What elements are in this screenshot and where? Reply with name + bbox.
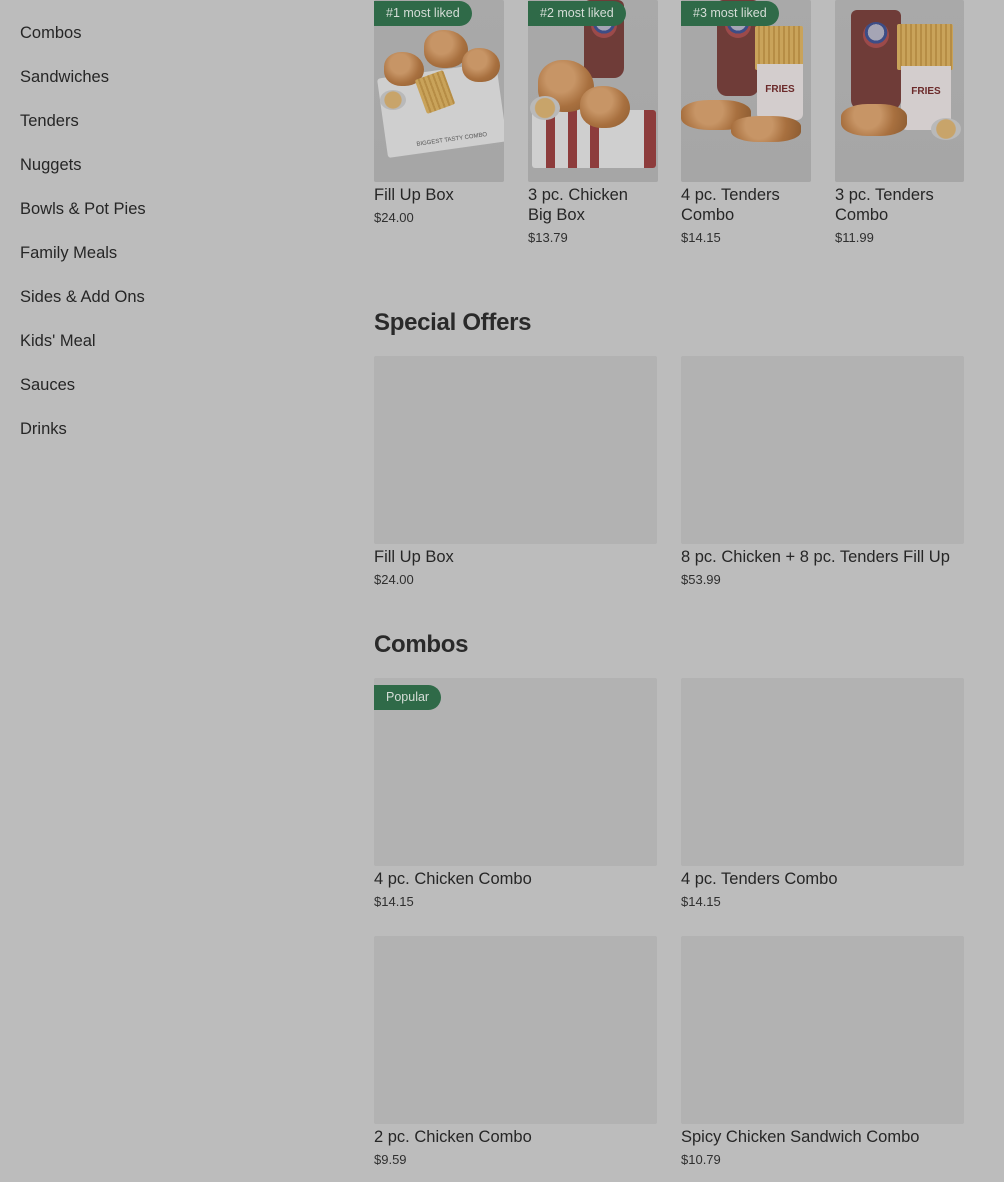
product-image: FRIES bbox=[835, 0, 964, 182]
offer-card-fill-up-box[interactable]: Fill Up Box $24.00 bbox=[374, 356, 657, 596]
product-price: $14.15 bbox=[681, 894, 721, 909]
section-title-special-offers: Special Offers bbox=[374, 309, 532, 336]
sidebar-item-kids-meal[interactable]: Kids' Meal bbox=[20, 332, 96, 351]
product-name: Fill Up Box bbox=[374, 548, 454, 566]
offer-card-8pc-chicken-tenders-fill-up[interactable]: 8 pc. Chicken + 8 pc. Tenders Fill Up $5… bbox=[681, 356, 964, 596]
product-name: 2 pc. Chicken Combo bbox=[374, 1128, 532, 1146]
product-price: $24.00 bbox=[374, 572, 414, 587]
product-price: $11.99 bbox=[835, 230, 874, 245]
product-image-placeholder bbox=[374, 936, 657, 1124]
product-card-fill-up-box[interactable]: BIGGEST TASTY COMBO #1 most liked Fill U… bbox=[374, 0, 504, 240]
pepsi-cup-icon bbox=[851, 10, 901, 110]
product-name: Spicy Chicken Sandwich Combo bbox=[681, 1128, 920, 1146]
product-image-placeholder bbox=[681, 356, 964, 544]
combo-card-spicy-chicken-sandwich-combo[interactable]: Spicy Chicken Sandwich Combo $10.79 bbox=[681, 936, 964, 1176]
product-name: 4 pc. Chicken Combo bbox=[374, 870, 532, 888]
product-name: 8 pc. Chicken + 8 pc. Tenders Fill Up bbox=[681, 548, 950, 566]
product-card-3pc-chicken-big-box[interactable]: #2 most liked 3 pc. Chicken Big Box $13.… bbox=[528, 0, 658, 250]
product-name: 4 pc. Tenders Combo bbox=[681, 186, 780, 224]
product-price: $14.15 bbox=[374, 894, 414, 909]
category-sidebar: Combos Sandwiches Tenders Nuggets Bowls … bbox=[0, 0, 340, 1182]
product-image: FRIES bbox=[681, 0, 811, 182]
sidebar-item-sauces[interactable]: Sauces bbox=[20, 376, 75, 395]
product-image-placeholder bbox=[374, 356, 657, 544]
product-name: 4 pc. Tenders Combo bbox=[681, 870, 838, 888]
product-price: $53.99 bbox=[681, 572, 721, 587]
product-image-placeholder bbox=[681, 936, 964, 1124]
product-name: 3 pc. Chicken Big Box bbox=[528, 186, 628, 224]
product-price: $10.79 bbox=[681, 1152, 721, 1167]
combo-card-2pc-chicken-combo[interactable]: 2 pc. Chicken Combo $9.59 bbox=[374, 936, 657, 1176]
sidebar-item-bowls-pot-pies[interactable]: Bowls & Pot Pies bbox=[20, 200, 146, 219]
popular-badge: Popular bbox=[374, 685, 442, 710]
product-card-4pc-tenders-combo[interactable]: FRIES #3 most liked 4 pc. Tenders Combo … bbox=[681, 0, 811, 250]
product-name: Fill Up Box bbox=[374, 186, 454, 204]
sidebar-item-family-meals[interactable]: Family Meals bbox=[20, 244, 117, 263]
product-card-3pc-tenders-combo[interactable]: FRIES 3 pc. Tenders Combo $11.99 bbox=[835, 0, 965, 250]
most-liked-badge: #3 most liked bbox=[681, 1, 779, 26]
sidebar-item-tenders[interactable]: Tenders bbox=[20, 112, 79, 131]
product-image: BIGGEST TASTY COMBO bbox=[374, 0, 504, 182]
sidebar-item-sides-add-ons[interactable]: Sides & Add Ons bbox=[20, 288, 145, 307]
sidebar-item-nuggets[interactable]: Nuggets bbox=[20, 156, 81, 175]
sidebar-item-combos[interactable]: Combos bbox=[20, 24, 81, 43]
combo-card-4pc-chicken-combo[interactable]: Popular 4 pc. Chicken Combo $14.15 bbox=[374, 678, 657, 918]
product-name: 3 pc. Tenders Combo bbox=[835, 186, 934, 224]
fries-bucket: FRIES bbox=[757, 64, 803, 120]
product-image-placeholder bbox=[681, 678, 964, 866]
product-price: $14.15 bbox=[681, 230, 721, 245]
product-price: $13.79 bbox=[528, 230, 568, 245]
sidebar-item-sandwiches[interactable]: Sandwiches bbox=[20, 68, 109, 87]
product-price: $24.00 bbox=[374, 210, 414, 225]
product-image bbox=[528, 0, 658, 182]
most-liked-badge: #1 most liked bbox=[374, 1, 472, 26]
product-price: $9.59 bbox=[374, 1152, 407, 1167]
section-title-combos: Combos bbox=[374, 631, 469, 658]
sidebar-item-drinks[interactable]: Drinks bbox=[20, 420, 67, 439]
most-liked-badge: #2 most liked bbox=[528, 1, 626, 26]
combo-card-4pc-tenders-combo[interactable]: 4 pc. Tenders Combo $14.15 bbox=[681, 678, 964, 918]
